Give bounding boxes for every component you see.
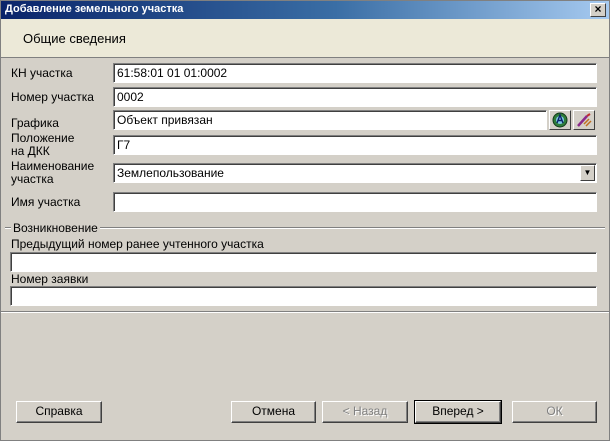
- position-input[interactable]: Г7: [113, 135, 597, 155]
- next-button[interactable]: Вперед >: [414, 400, 502, 424]
- window-title: Добавление земельного участка: [5, 3, 184, 15]
- help-button[interactable]: Справка: [16, 401, 102, 423]
- title-bar[interactable]: Добавление земельного участка ×: [1, 1, 609, 19]
- map-locate-icon: [552, 112, 568, 128]
- request-label: Номер заявки: [11, 272, 89, 286]
- back-button[interactable]: < Назад: [322, 401, 408, 423]
- plot-name-label: Имя участка: [11, 195, 81, 209]
- name-label: Наименование участка: [11, 160, 94, 186]
- edit-graphics-button[interactable]: [573, 110, 595, 130]
- position-label: Положение на ДКК: [11, 132, 74, 158]
- graphics-field: Объект привязан: [113, 110, 547, 130]
- ok-button[interactable]: ОК: [512, 401, 597, 423]
- plot-name-input[interactable]: [113, 192, 597, 212]
- graphics-label: Графика: [11, 116, 59, 130]
- prev-number-input[interactable]: [10, 252, 597, 272]
- origin-group-title: Возникновение: [11, 221, 100, 235]
- name-select[interactable]: Землепользование ▼: [113, 163, 597, 183]
- number-label: Номер участка: [11, 90, 94, 104]
- name-dropdown-button[interactable]: ▼: [580, 165, 595, 181]
- position-value: Г7: [117, 138, 131, 152]
- number-value: 0002: [117, 90, 144, 104]
- position-label-line1: Положение: [11, 131, 75, 145]
- kn-label: КН участка: [11, 66, 73, 80]
- close-icon: ×: [594, 2, 602, 16]
- name-label-line2: участка: [11, 172, 54, 186]
- request-input[interactable]: [10, 286, 597, 306]
- kn-input[interactable]: 61:58:01 01 01:0002: [113, 63, 597, 83]
- kn-value: 61:58:01 01 01:0002: [117, 66, 228, 80]
- edit-graphics-icon: [577, 113, 592, 127]
- header-panel: Общие сведения: [1, 19, 609, 58]
- prev-number-label: Предыдущий номер ранее учтенного участка: [11, 237, 264, 251]
- dialog-window: Добавление земельного участка × Общие св…: [0, 0, 610, 441]
- map-locate-button[interactable]: [549, 110, 571, 130]
- divider: [1, 311, 609, 313]
- name-label-line1: Наименование: [11, 159, 95, 173]
- number-input[interactable]: 0002: [113, 87, 597, 107]
- chevron-down-icon: ▼: [583, 168, 592, 177]
- name-value: Землепользование: [117, 166, 224, 180]
- position-label-line2: на ДКК: [11, 144, 50, 158]
- cancel-button[interactable]: Отмена: [231, 401, 316, 423]
- graphics-value: Объект привязан: [117, 113, 213, 127]
- close-button[interactable]: ×: [590, 3, 606, 17]
- page-title: Общие сведения: [23, 31, 126, 46]
